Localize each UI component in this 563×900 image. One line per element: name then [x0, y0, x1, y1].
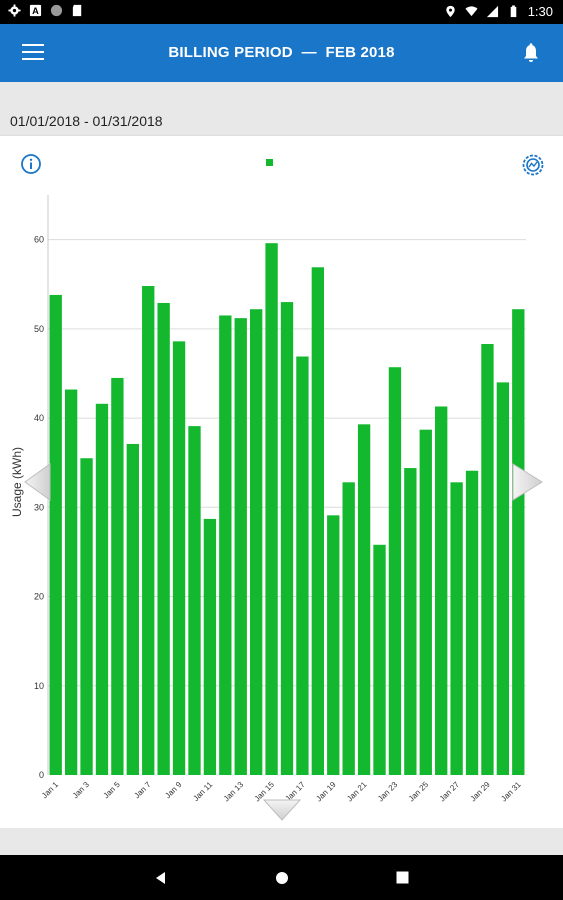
- chart-y-ticks: 0 10 20 30 40 50 60: [34, 235, 44, 780]
- bar-jan-28[interactable]: [465, 470, 479, 775]
- bar-jan-5[interactable]: [111, 377, 124, 775]
- bar-jan-8[interactable]: [157, 302, 170, 775]
- page-title: BILLING PERIOD — FEB 2018: [168, 44, 395, 61]
- bar-jan-2[interactable]: [64, 389, 78, 775]
- bar-jan-13[interactable]: [234, 318, 247, 775]
- bar-jan-16[interactable]: [280, 302, 294, 775]
- y-tick-label: 40: [34, 413, 44, 423]
- recents-button[interactable]: [372, 855, 432, 900]
- previous-period-arrow[interactable]: [22, 462, 52, 502]
- app-bar: BILLING PERIOD — FEB 2018: [0, 24, 563, 82]
- bar-jan-26[interactable]: [435, 406, 448, 775]
- bar-jan-10[interactable]: [188, 426, 201, 775]
- x-tick-label: Jan 31: [499, 780, 523, 804]
- bar-jan-30[interactable]: [496, 382, 510, 775]
- status-bar-right-icons: 1:30: [444, 4, 553, 19]
- x-tick-label: Jan 3: [71, 780, 92, 801]
- svg-text:A: A: [32, 6, 39, 16]
- battery-icon: [510, 5, 516, 18]
- x-tick-label: Jan 5: [102, 780, 123, 801]
- bar-jan-14[interactable]: [249, 309, 263, 775]
- home-icon: [276, 871, 288, 884]
- y-tick-label: 60: [34, 235, 44, 245]
- bottom-strip: [0, 828, 563, 855]
- status-bar-left-icons: A: [8, 4, 84, 17]
- x-tick-label: Jan 9: [163, 780, 184, 801]
- back-button[interactable]: [131, 855, 191, 900]
- gear-settings-icon[interactable]: [521, 153, 545, 177]
- x-tick-label: Jan 23: [376, 780, 400, 804]
- bar-jan-11[interactable]: [203, 518, 217, 775]
- bell-icon[interactable]: [521, 42, 541, 64]
- back-icon: [156, 871, 165, 884]
- x-tick-label: Jan 21: [345, 780, 369, 804]
- bar-jan-18[interactable]: [311, 267, 325, 775]
- bar-jan-4[interactable]: [95, 403, 109, 775]
- bar-jan-6[interactable]: [126, 443, 139, 775]
- x-tick-label: Jan 25: [407, 780, 431, 804]
- bar-jan-12[interactable]: [219, 315, 232, 775]
- system-nav-bar: [0, 855, 563, 900]
- usage-bar-chart: 0 10 20 30 40 50 60 Jan 1 Jan 3 Jan 5 Jan 7 Jan 9 J…: [10, 195, 526, 804]
- recents-icon: [396, 871, 408, 884]
- bar-jan-31[interactable]: [512, 309, 525, 775]
- status-bar: A 1:30: [0, 0, 563, 24]
- bar-jan-3[interactable]: [80, 458, 93, 775]
- bar-jan-19[interactable]: [327, 515, 340, 775]
- y-tick-label: 50: [34, 324, 44, 334]
- legend-swatch: [266, 159, 273, 166]
- bar-jan-15[interactable]: [265, 243, 278, 775]
- bar-jan-27[interactable]: [450, 482, 463, 775]
- info-icon[interactable]: [20, 153, 42, 175]
- wifi-icon: [465, 6, 478, 17]
- x-tick-label: Jan 13: [222, 780, 246, 804]
- x-tick-label: Jan 29: [469, 780, 493, 804]
- notification-a-icon: A: [29, 4, 42, 16]
- bar-jan-22[interactable]: [373, 544, 386, 775]
- y-tick-label: 30: [34, 502, 44, 512]
- status-time: 1:30: [527, 4, 553, 19]
- x-tick-label: Jan 27: [438, 780, 462, 804]
- next-period-arrow[interactable]: [511, 462, 545, 502]
- bar-jan-25[interactable]: [419, 429, 432, 775]
- bar-jan-20[interactable]: [342, 482, 355, 775]
- signal-icon: [486, 5, 498, 18]
- circle-icon: [50, 4, 63, 17]
- x-tick-label: Jan 7: [132, 780, 153, 801]
- bar-jan-23[interactable]: [388, 367, 402, 775]
- date-range: 01/01/2018 - 01/31/2018: [10, 113, 163, 129]
- location-icon: [446, 5, 455, 18]
- bar-jan-29[interactable]: [481, 344, 494, 775]
- y-tick-label: 0: [39, 770, 44, 780]
- chart-bars: [49, 243, 525, 775]
- sd-card-icon: [72, 4, 82, 17]
- x-tick-label: Jan 1: [40, 780, 61, 801]
- expand-down-arrow[interactable]: [262, 798, 302, 822]
- bar-jan-24[interactable]: [404, 468, 417, 775]
- settings-icon: [8, 4, 21, 17]
- y-tick-label: 10: [34, 681, 44, 691]
- bar-jan-9[interactable]: [172, 341, 186, 775]
- home-button[interactable]: [252, 855, 312, 900]
- bar-jan-7[interactable]: [142, 286, 155, 775]
- bar-jan-17[interactable]: [296, 356, 309, 775]
- bar-jan-1[interactable]: [49, 294, 62, 775]
- x-tick-label: Jan 11: [191, 780, 214, 803]
- x-tick-label: Jan 19: [314, 780, 338, 804]
- bar-jan-21[interactable]: [357, 424, 371, 775]
- y-tick-label: 20: [34, 592, 44, 602]
